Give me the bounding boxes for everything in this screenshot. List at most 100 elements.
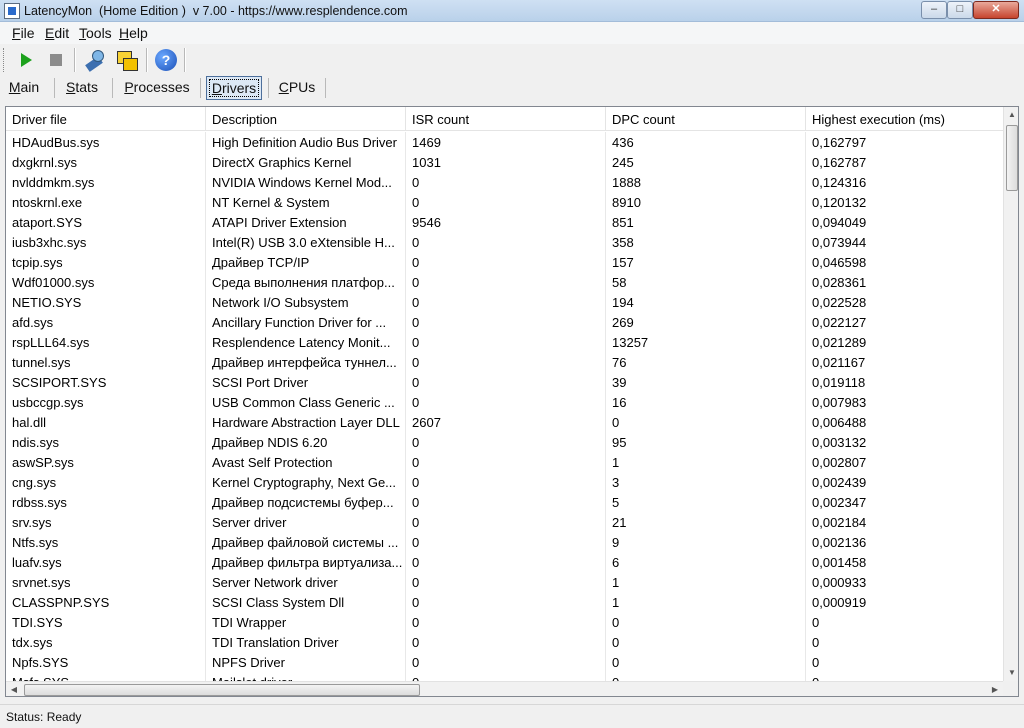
- table-row[interactable]: ndis.sys Драйвер NDIS 6.20 0 95 0,003132: [6, 432, 1003, 452]
- cell-description: Драйвер интерфейса туннел...: [206, 352, 406, 372]
- cell-driver-file: dxgkrnl.sys: [6, 152, 206, 172]
- scroll-right-icon[interactable]: ▶: [987, 682, 1003, 696]
- column-header-isr-count[interactable]: ISR count: [406, 107, 606, 131]
- tab-divider: [200, 78, 201, 98]
- table-row[interactable]: rspLLL64.sys Resplendence Latency Monit..…: [6, 332, 1003, 352]
- cell-driver-file: usbccgp.sys: [6, 392, 206, 412]
- tab-drivers[interactable]: Drivers: [206, 76, 262, 100]
- cell-description: SCSI Class System Dll: [206, 592, 406, 612]
- table-row[interactable]: dxgkrnl.sys DirectX Graphics Kernel 1031 24…: [6, 152, 1003, 172]
- tab-processes[interactable]: Processes: [120, 76, 194, 100]
- cell-dpc-count: 39: [606, 372, 806, 392]
- horizontal-scrollbar[interactable]: ◀ ▶: [6, 681, 1003, 696]
- scroll-left-icon[interactable]: ◀: [6, 682, 22, 696]
- tab-stats[interactable]: Stats: [62, 76, 102, 100]
- table-row[interactable]: TDI.SYS TDI Wrapper 0 0 0: [6, 612, 1003, 632]
- toolbar-grip[interactable]: [3, 48, 6, 72]
- cell-description: Kernel Cryptography, Next Ge...: [206, 472, 406, 492]
- cell-dpc-count: 5: [606, 492, 806, 512]
- table-row[interactable]: tunnel.sys Драйвер интерфейса туннел... 0 7…: [6, 352, 1003, 372]
- tab-bar: Main Stats Processes Drivers CPUs: [0, 76, 1024, 102]
- cell-dpc-count: 1: [606, 592, 806, 612]
- cell-highest-execution: 0,046598: [812, 255, 867, 270]
- cell-highest-execution: 0,002136: [812, 535, 867, 550]
- close-button[interactable]: ✕: [973, 1, 1019, 19]
- tab-main[interactable]: Main: [4, 76, 44, 100]
- table-row[interactable]: rdbss.sys Драйвер подсистемы буфер... 0 5 0,…: [6, 492, 1003, 512]
- maximize-button[interactable]: □: [947, 1, 973, 19]
- cell-isr-count: 0: [406, 532, 606, 552]
- stop-icon[interactable]: [44, 48, 68, 72]
- cell-dpc-count: 0: [606, 632, 806, 652]
- table-row[interactable]: aswSP.sys Avast Self Protection 0 1 0,002807: [6, 452, 1003, 472]
- windows-icon[interactable]: [114, 48, 138, 72]
- scroll-down-icon[interactable]: ▼: [1004, 665, 1018, 681]
- cell-description: Драйвер подсистемы буфер...: [206, 492, 406, 512]
- cell-dpc-count: 21: [606, 512, 806, 532]
- table-row[interactable]: NETIO.SYS Network I/O Subsystem 0 194 0,0225…: [6, 292, 1003, 312]
- horizontal-scroll-thumb[interactable]: [24, 684, 420, 696]
- cell-description: Hardware Abstraction Layer DLL: [206, 412, 406, 432]
- table-row[interactable]: nvlddmkm.sys NVIDIA Windows Kernel Mod...…: [6, 172, 1003, 192]
- tools-icon[interactable]: [82, 48, 106, 72]
- table-row[interactable]: luafv.sys Драйвер фильтра виртуализа... 0 6…: [6, 552, 1003, 572]
- scroll-up-icon[interactable]: ▲: [1004, 107, 1018, 123]
- table-row[interactable]: tdx.sys TDI Translation Driver 0 0 0: [6, 632, 1003, 652]
- menu-help[interactable]: Help: [119, 25, 148, 41]
- cell-description: ATAPI Driver Extension: [206, 212, 406, 232]
- table-row[interactable]: afd.sys Ancillary Function Driver for ...…: [6, 312, 1003, 332]
- table-row[interactable]: CLASSPNP.SYS SCSI Class System Dll 0 1 0,000…: [6, 592, 1003, 612]
- table-row[interactable]: hal.dll Hardware Abstraction Layer DLL 260…: [6, 412, 1003, 432]
- cell-isr-count: 0: [406, 392, 606, 412]
- cell-isr-count: 0: [406, 612, 606, 632]
- cell-description: Avast Self Protection: [206, 452, 406, 472]
- table-row[interactable]: tcpip.sys Драйвер TCP/IP 0 157 0,046598: [6, 252, 1003, 272]
- column-header-description[interactable]: Description: [206, 107, 406, 131]
- table-row[interactable]: HDAudBus.sys High Definition Audio Bus Dr…: [6, 132, 1003, 152]
- cell-description: Intel(R) USB 3.0 eXtensible H...: [206, 232, 406, 252]
- minimize-button[interactable]: –: [921, 1, 947, 19]
- vertical-scroll-thumb[interactable]: [1006, 125, 1018, 191]
- app-icon: [4, 3, 20, 19]
- cell-isr-count: 0: [406, 592, 606, 612]
- vertical-scrollbar[interactable]: ▲ ▼: [1003, 107, 1018, 681]
- table-row[interactable]: ataport.SYS ATAPI Driver Extension 9546 851…: [6, 212, 1003, 232]
- cell-dpc-count: 436: [606, 132, 806, 152]
- cell-highest-execution: 0,022127: [812, 315, 867, 330]
- cell-highest-execution: 0,021167: [812, 355, 866, 370]
- cell-dpc-count: 851: [606, 212, 806, 232]
- table-row[interactable]: srvnet.sys Server Network driver 0 1 0,00093…: [6, 572, 1003, 592]
- menu-edit[interactable]: Edit: [45, 25, 69, 41]
- table-row[interactable]: SCSIPORT.SYS SCSI Port Driver 0 39 0,019118: [6, 372, 1003, 392]
- tab-divider: [268, 78, 269, 98]
- menu-file[interactable]: File: [12, 25, 35, 41]
- cell-dpc-count: 1888: [606, 172, 806, 192]
- table-row[interactable]: cng.sys Kernel Cryptography, Next Ge... 0 3…: [6, 472, 1003, 492]
- table-row[interactable]: ntoskrnl.exe NT Kernel & System 0 8910 0,120…: [6, 192, 1003, 212]
- play-icon[interactable]: [14, 48, 38, 72]
- cell-isr-count: 0: [406, 192, 606, 212]
- table-row[interactable]: Wdf01000.sys Среда выполнения платфор... 0…: [6, 272, 1003, 292]
- column-header-dpc-count[interactable]: DPC count: [606, 107, 806, 131]
- table-row[interactable]: Npfs.SYS NPFS Driver 0 0 0: [6, 652, 1003, 672]
- table-row[interactable]: usbccgp.sys USB Common Class Generic ... 0…: [6, 392, 1003, 412]
- cell-highest-execution: 0,021289: [812, 335, 867, 350]
- cell-isr-count: 0: [406, 172, 606, 192]
- cell-isr-count: 1469: [406, 132, 606, 152]
- help-icon[interactable]: ?: [154, 48, 178, 72]
- table-row[interactable]: srv.sys Server driver 0 21 0,002184: [6, 512, 1003, 532]
- table-row[interactable]: Ntfs.sys Драйвер файловой системы ... 0 9 0,…: [6, 532, 1003, 552]
- tab-divider: [54, 78, 55, 98]
- cell-dpc-count: 0: [606, 612, 806, 632]
- tab-cpus[interactable]: CPUs: [276, 76, 318, 100]
- cell-description: Драйвер TCP/IP: [206, 252, 406, 272]
- cell-dpc-count: 269: [606, 312, 806, 332]
- column-header-highest-execution[interactable]: Highest execution (ms): [806, 107, 1003, 131]
- cell-highest-execution: 0: [812, 615, 820, 630]
- cell-driver-file: HDAudBus.sys: [6, 132, 206, 152]
- cell-driver-file: aswSP.sys: [6, 452, 206, 472]
- menu-tools[interactable]: Tools: [79, 25, 112, 41]
- cell-highest-execution: 0,007983: [812, 395, 867, 410]
- table-row[interactable]: iusb3xhc.sys Intel(R) USB 3.0 eXtensible …: [6, 232, 1003, 252]
- column-header-driver-file[interactable]: Driver file: [6, 107, 206, 131]
